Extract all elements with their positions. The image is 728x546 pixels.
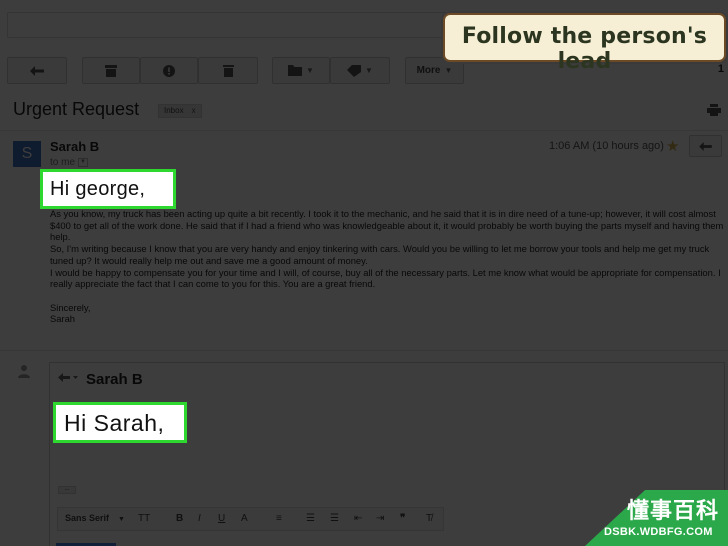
caption-box: Follow the person's lead	[443, 13, 726, 74]
tutorial-overlay: Hi george, Hi Sarah, Follow the person's…	[0, 0, 728, 546]
watermark-url: DSBK.WDBFG.COM	[604, 526, 713, 538]
caption-text: Follow the person's lead	[461, 24, 708, 74]
highlighted-reply-greeting: Hi Sarah,	[53, 402, 187, 443]
highlighted-greeting: Hi george,	[40, 169, 176, 209]
watermark-brand: 懂事百科	[627, 498, 720, 523]
